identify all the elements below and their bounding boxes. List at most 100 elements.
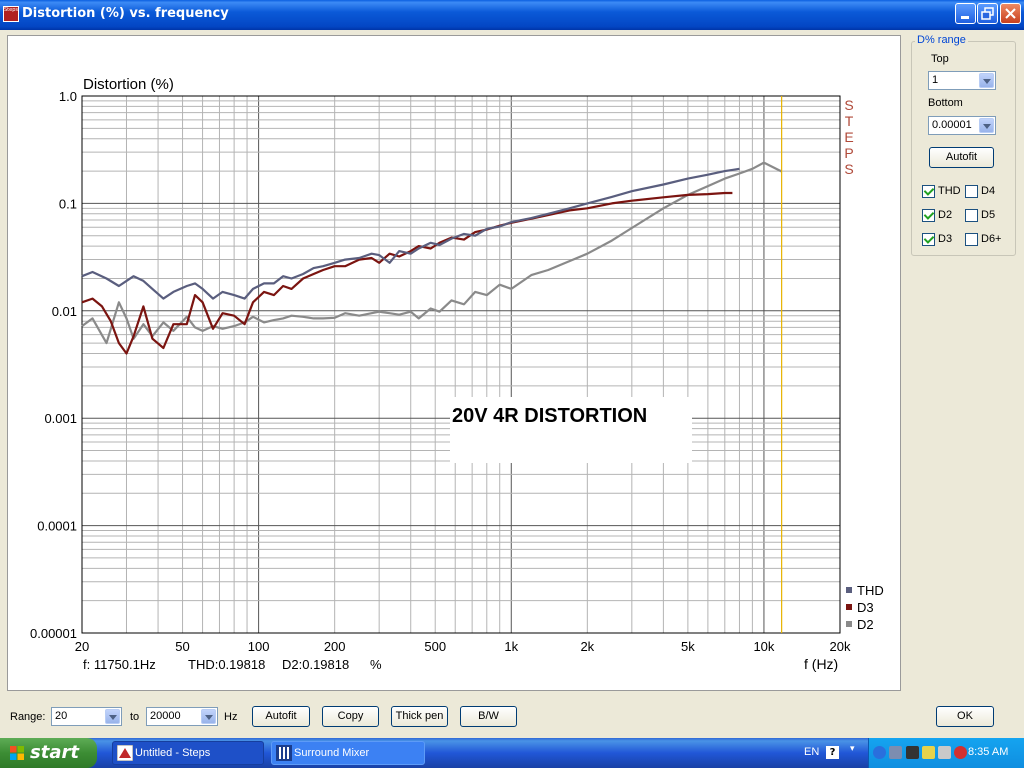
series-layer — [81, 161, 783, 355]
system-tray: 8:35 AM — [868, 738, 1024, 768]
top-select-value: 1 — [932, 74, 939, 86]
x-tick-label: 500 — [424, 639, 446, 654]
chevron-down-icon[interactable] — [201, 709, 216, 724]
range-autofit-button[interactable]: Autofit — [929, 147, 994, 168]
x-tick-label: 200 — [324, 639, 346, 654]
chart-annotation: 20V 4R DISTORTION — [452, 405, 647, 427]
brand-letter: E — [844, 129, 853, 145]
checkbox-d2-label: D2 — [938, 209, 953, 221]
distortion-chart[interactable]: 0.00001 0.0001 0.001 0.01 0.1 1.0 20 50 100 200 5… — [8, 36, 900, 690]
brand-letter: T — [845, 113, 854, 129]
start-label: start — [30, 742, 79, 763]
chevron-down-icon[interactable] — [979, 118, 994, 133]
checkbox-d5[interactable] — [965, 209, 978, 222]
brand-letter: S — [844, 161, 853, 177]
x-tick-label: 50 — [175, 639, 189, 654]
x-axis-label: f (Hz) — [804, 656, 838, 672]
plot-border — [81, 95, 841, 634]
range-to-select[interactable]: 20000 — [146, 707, 218, 726]
y-tick-label: 0.1 — [59, 196, 77, 211]
legend-label: THD — [857, 583, 884, 598]
bottom-select[interactable]: 0.00001 — [928, 116, 996, 135]
chart-legend: THD D3 D2 — [846, 583, 884, 632]
tray-security-icon[interactable] — [954, 746, 967, 759]
tray-monitor-icon[interactable] — [906, 746, 919, 759]
close-button[interactable] — [1000, 3, 1021, 24]
ok-button[interactable]: OK — [936, 706, 994, 727]
language-bar-menu-icon[interactable]: ▾ — [850, 744, 860, 760]
legend-label: D3 — [857, 600, 874, 615]
clock: 8:35 AM — [968, 746, 1009, 758]
app-icon-label: Steps — [4, 7, 18, 13]
y-tick-label: 0.001 — [44, 411, 77, 426]
range-label: Range: — [10, 711, 46, 723]
hz-label: Hz — [224, 711, 238, 723]
checkbox-d6plus[interactable] — [965, 233, 978, 246]
y-tick-label: 0.01 — [52, 304, 77, 319]
app-icon[interactable]: Steps — [3, 6, 19, 22]
windows-logo-icon — [10, 746, 24, 760]
start-button[interactable]: start — [0, 738, 97, 768]
chevron-down-icon[interactable] — [105, 709, 120, 724]
steps-app-icon — [117, 745, 133, 761]
d-range-title: D% range — [915, 34, 968, 46]
taskbar-item-label: Surround Mixer — [294, 747, 370, 759]
tray-expand-icon[interactable] — [873, 746, 886, 759]
to-label: to — [130, 711, 140, 723]
bw-button[interactable]: B/W — [460, 706, 517, 727]
bottom-select-value: 0.00001 — [932, 119, 972, 131]
x-tick-label: 100 — [248, 639, 270, 654]
help-icon[interactable]: ? — [826, 746, 839, 759]
x-tick-label: 20 — [75, 639, 89, 654]
checkbox-d4[interactable] — [965, 185, 978, 198]
title-bar: Steps Distortion (%) vs. frequency — [0, 0, 1024, 30]
readout-frequency: f: 11750.1Hz — [83, 657, 156, 672]
x-tick-label: 5k — [681, 639, 695, 654]
brand-letter: P — [844, 145, 853, 161]
top-label: Top — [931, 53, 949, 65]
y-tick-label: 1.0 — [59, 89, 77, 104]
range-from-select[interactable]: 20 — [51, 707, 122, 726]
range-to-value: 20000 — [150, 710, 181, 722]
y-tick-labels: 0.00001 0.0001 0.001 0.01 0.1 1.0 — [30, 89, 77, 641]
taskbar-item-steps[interactable]: Untitled - Steps — [112, 741, 264, 765]
autofit-button[interactable]: Autofit — [252, 706, 310, 727]
readout-unit: % — [370, 657, 382, 672]
restore-button[interactable] — [977, 3, 998, 24]
thick-pen-button[interactable]: Thick pen — [391, 706, 448, 727]
checkbox-d3[interactable] — [922, 233, 935, 246]
tray-speaker-icon[interactable] — [938, 746, 951, 759]
x-tick-label: 10k — [753, 639, 774, 654]
y-tick-label: 0.00001 — [30, 626, 77, 641]
top-select[interactable]: 1 — [928, 71, 996, 90]
legend-swatch — [846, 587, 852, 593]
minimize-icon — [961, 16, 969, 19]
readout-thd: THD:0.19818 — [188, 657, 265, 672]
language-indicator[interactable]: EN — [804, 746, 819, 758]
chart-grid — [81, 95, 841, 634]
close-icon — [1005, 8, 1016, 19]
taskbar-item-label: Untitled - Steps — [135, 747, 211, 759]
taskbar-item-surround-mixer[interactable]: Surround Mixer — [271, 741, 425, 765]
copy-button[interactable]: Copy — [322, 706, 379, 727]
restore-icon — [981, 7, 994, 20]
window-title: Distortion (%) vs. frequency — [22, 6, 229, 21]
plot-area[interactable]: 0.00001 0.0001 0.001 0.01 0.1 1.0 20 50 100 200 5… — [7, 35, 901, 691]
x-tick-label: 2k — [580, 639, 594, 654]
checkbox-d6plus-label: D6+ — [981, 233, 1002, 245]
series-line-d3 — [81, 191, 733, 355]
checkbox-d3-label: D3 — [938, 233, 953, 245]
checkbox-d2[interactable] — [922, 209, 935, 222]
chevron-down-icon[interactable] — [979, 73, 994, 88]
checkbox-d5-label: D5 — [981, 209, 996, 221]
bottom-label: Bottom — [928, 97, 963, 109]
tray-network-icon[interactable] — [889, 746, 902, 759]
y-tick-label: 0.0001 — [37, 519, 77, 534]
minimize-button[interactable] — [955, 3, 976, 24]
checkbox-thd-label: THD — [938, 185, 961, 197]
x-tick-label: 1k — [504, 639, 518, 654]
tray-folder-icon[interactable] — [922, 746, 935, 759]
legend-label: D2 — [857, 617, 874, 632]
x-tick-label: 20k — [830, 639, 851, 654]
checkbox-thd[interactable] — [922, 185, 935, 198]
